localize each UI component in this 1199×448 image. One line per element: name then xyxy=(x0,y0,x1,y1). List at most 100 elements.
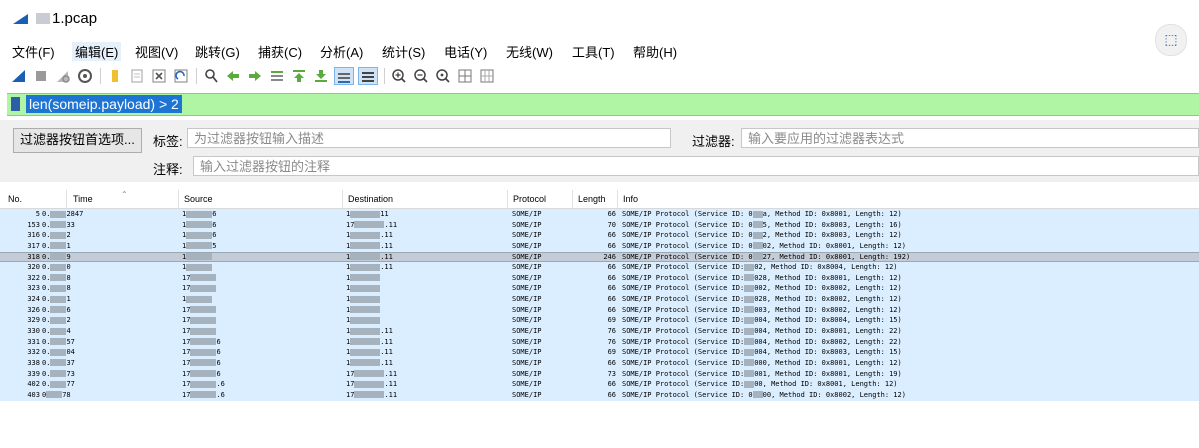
restart-icon[interactable] xyxy=(54,67,72,85)
packet-row[interactable]: 402 0. 77 17.6 17.11 SOME/IP 66 SOME/IP Protoco… xyxy=(0,379,1199,390)
menu-view[interactable]: 视图(V) xyxy=(135,42,178,61)
redacted-block xyxy=(190,359,217,367)
redacted-block xyxy=(350,359,381,367)
resize-columns-icon[interactable] xyxy=(456,67,474,85)
packet-list-header: No. Time ⌃ Source Destination Protocol L… xyxy=(0,190,1199,209)
cell-no: 324 xyxy=(27,295,40,304)
grid-icon[interactable] xyxy=(478,67,496,85)
bookmark-icon[interactable] xyxy=(11,97,20,111)
display-filter-bar[interactable]: len(someip.payload) > 2 xyxy=(7,93,1199,116)
cell-no: 317 xyxy=(27,241,40,250)
menu-wireless[interactable]: 无线(W) xyxy=(506,42,553,61)
open-file-icon[interactable] xyxy=(106,67,124,85)
cell-source: 1 xyxy=(182,262,213,273)
colorize-icon[interactable] xyxy=(358,67,378,85)
display-filter-input[interactable]: len(someip.payload) > 2 xyxy=(26,95,182,113)
column-destination[interactable]: Destination xyxy=(348,194,393,208)
close-file-icon[interactable] xyxy=(150,67,168,85)
packet-row[interactable]: 339 0. 73 17 6 17.11 SOME/IP 73 SOME/IP Protocol… xyxy=(0,368,1199,380)
cell-source: 17 xyxy=(182,326,217,337)
cell-source: 17 xyxy=(182,283,217,294)
column-time[interactable]: Time xyxy=(73,194,93,208)
redacted-block xyxy=(190,348,217,356)
cell-time: 0. 1 xyxy=(42,241,71,250)
packet-row[interactable]: 326 0. 6 17 1 SOME/IP 66 SOME/IP Protocol (Serv… xyxy=(0,304,1199,316)
cell-time: 0. 37 xyxy=(42,358,75,367)
menu-tools[interactable]: 工具(T) xyxy=(572,42,615,61)
packet-row[interactable]: 318 0. 9 1 1.11 SOME/IP 246 SOME/IP Protocol (S… xyxy=(0,251,1199,263)
filter-button-prefs-button[interactable]: 过滤器按钮首选项... xyxy=(13,128,142,153)
screenshot-capture-icon[interactable]: ⬚ xyxy=(1155,24,1187,56)
forward-arrow-icon[interactable] xyxy=(246,67,264,85)
last-packet-icon[interactable] xyxy=(312,67,330,85)
redacted-block xyxy=(752,221,763,229)
column-no[interactable]: No. xyxy=(8,194,22,208)
packet-row[interactable]: 317 0. 1 1 5 1.11 SOME/IP 66 SOME/IP Protocol (S… xyxy=(0,240,1199,252)
cell-protocol: SOME/IP xyxy=(512,390,542,399)
packet-row[interactable]: 330 0. 4 17 1.11 SOME/IP 76 SOME/IP Protocol (S… xyxy=(0,326,1199,337)
redacted-block xyxy=(190,391,217,399)
find-icon[interactable] xyxy=(202,67,220,85)
cell-destination: 1.11 xyxy=(346,337,393,346)
menu-help[interactable]: 帮助(H) xyxy=(633,42,677,61)
packet-row[interactable]: 5 0. 2847 1 6 1 11 SOME/IP 66 SOME/IP Protocol (S… xyxy=(0,209,1199,220)
redacted-block xyxy=(186,295,213,303)
first-packet-icon[interactable] xyxy=(290,67,308,85)
column-length[interactable]: Length xyxy=(578,194,606,208)
options-icon[interactable] xyxy=(76,67,94,85)
menu-capture[interactable]: 捕获(C) xyxy=(258,42,302,61)
menu-file[interactable]: 文件(F) xyxy=(12,42,55,61)
filter-expression-input[interactable]: 输入要应用的过滤器表达式 xyxy=(741,128,1199,148)
shark-fin-start-icon[interactable] xyxy=(10,67,28,85)
redacted-block xyxy=(186,242,213,250)
redacted-block xyxy=(50,242,67,250)
menu-edit[interactable]: 编辑(E) xyxy=(72,42,122,61)
cell-protocol: SOME/IP xyxy=(512,210,542,218)
cell-no: 331 xyxy=(27,337,40,346)
redacted-block xyxy=(350,242,381,250)
redacted-block xyxy=(350,231,381,239)
packet-row[interactable]: 329 0. 2 17 1 SOME/IP 69 SOME/IP Protocol (Serv… xyxy=(0,315,1199,327)
cell-no: 323 xyxy=(27,284,40,293)
zoom-out-icon[interactable] xyxy=(412,67,430,85)
stop-icon[interactable] xyxy=(32,67,50,85)
packet-row[interactable]: 338 0. 37 17 6 1.11 SOME/IP 66 SOME/IP Protocol … xyxy=(0,357,1199,369)
cell-time: 0. 57 xyxy=(42,337,75,346)
packet-row[interactable]: 322 0. 8 17 1 SOME/IP 66 SOME/IP Protocol (Serv… xyxy=(0,272,1199,284)
auto-scroll-icon[interactable] xyxy=(334,67,354,85)
packet-row[interactable]: 320 0. 0 1 1.11 SOME/IP 66 SOME/IP Protocol (Se… xyxy=(0,262,1199,273)
cell-time: 0. 1 xyxy=(42,295,71,304)
packet-row[interactable]: 153 0. 33 1 6 17.11 SOME/IP 70 SOME/IP Protocol … xyxy=(0,219,1199,231)
cell-destination: 17.11 xyxy=(346,220,398,229)
cell-destination: 1 xyxy=(346,283,381,294)
column-protocol[interactable]: Protocol xyxy=(513,194,546,208)
comment-input[interactable]: 输入过滤器按钮的注释 xyxy=(193,156,1199,176)
redacted-block xyxy=(50,316,67,324)
save-file-icon[interactable] xyxy=(128,67,146,85)
column-source[interactable]: Source xyxy=(184,194,213,208)
packet-row[interactable]: 323 0. 8 17 1 SOME/IP 66 SOME/IP Protocol (Serv… xyxy=(0,283,1199,295)
packet-row[interactable]: 331 0. 57 17 6 1.11 SOME/IP 76 SOME/IP Protocol … xyxy=(0,336,1199,348)
redacted-block xyxy=(744,359,755,367)
packet-row[interactable]: 403 0 78 17.6 17.11 SOME/IP 66 SOME/IP Protocol… xyxy=(0,389,1199,401)
cell-time: 0. 4 xyxy=(42,327,71,336)
redacted-block xyxy=(350,327,381,335)
cell-info: SOME/IP Protocol (Service ID: 004, Method… xyxy=(622,316,902,325)
menu-go[interactable]: 跳转(G) xyxy=(195,42,240,61)
back-arrow-icon[interactable] xyxy=(224,67,242,85)
packet-row[interactable]: 316 0. 2 1 6 1.11 SOME/IP 66 SOME/IP Protocol (S… xyxy=(0,230,1199,241)
column-info[interactable]: Info xyxy=(623,194,638,208)
cell-info: SOME/IP Protocol (Service ID: 004, Method… xyxy=(622,337,902,346)
packet-row[interactable]: 324 0. 1 1 1 SOME/IP 66 SOME/IP Protocol (Servi… xyxy=(0,294,1199,305)
menu-analyze[interactable]: 分析(A) xyxy=(320,42,363,61)
packet-row[interactable]: 332 0. 04 17 6 1.11 SOME/IP 69 SOME/IP Protocol … xyxy=(0,347,1199,358)
reload-icon[interactable] xyxy=(172,67,190,85)
redacted-block xyxy=(50,338,67,346)
menu-statistics[interactable]: 统计(S) xyxy=(382,42,425,61)
menu-telephony[interactable]: 电话(Y) xyxy=(444,42,487,61)
go-to-packet-icon[interactable] xyxy=(268,67,286,85)
zoom-in-icon[interactable] xyxy=(390,67,408,85)
normal-size-icon[interactable] xyxy=(434,67,452,85)
cell-protocol: SOME/IP xyxy=(512,252,542,261)
label-input[interactable]: 为过滤器按钮输入描述 xyxy=(187,128,671,148)
